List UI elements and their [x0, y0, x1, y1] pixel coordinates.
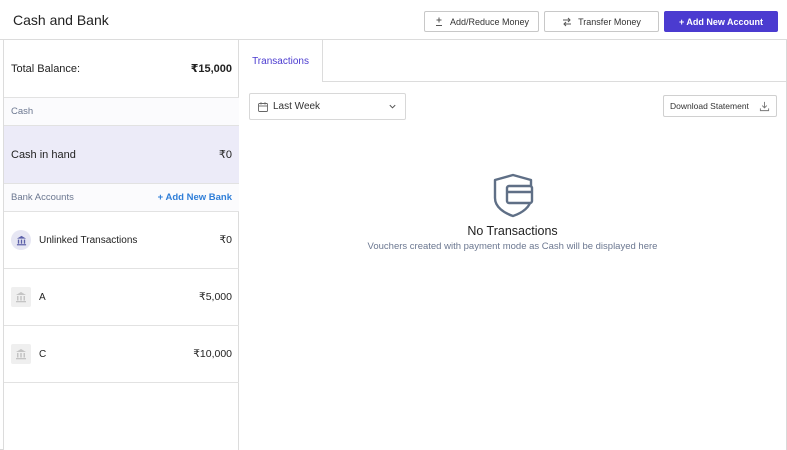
add-reduce-money-label: Add/Reduce Money: [449, 16, 530, 27]
empty-state-title: No Transactions: [467, 224, 558, 238]
bank-item-amount: ₹5,000: [199, 291, 232, 303]
add-new-account-button[interactable]: + Add New Account: [664, 11, 778, 32]
tab-bar: Transactions: [239, 40, 786, 82]
add-reduce-money-button[interactable]: Add/Reduce Money: [424, 11, 539, 32]
transfer-money-label: Transfer Money: [578, 16, 641, 27]
bank-item-amount: ₹0: [219, 234, 232, 246]
bank-item-a[interactable]: A ₹5,000: [4, 269, 239, 326]
download-statement-button[interactable]: Download Statement: [663, 95, 777, 117]
accounts-panel: Total Balance: ₹15,000 Cash Cash in hand…: [3, 40, 239, 450]
transactions-panel: Transactions Last Week Download Statemen…: [239, 40, 786, 450]
bank-icon: [11, 287, 31, 307]
cash-and-bank-app: Cash and Bank Add/Reduce Money Transfer …: [0, 0, 787, 450]
bank-item-info: Unlinked Transactions: [11, 230, 137, 250]
empty-state-subtitle: Vouchers created with payment mode as Ca…: [367, 241, 658, 252]
date-range-dropdown[interactable]: Last Week: [249, 93, 406, 120]
add-new-bank-link[interactable]: + Add New Bank: [158, 192, 232, 203]
total-balance-label: Total Balance:: [11, 62, 81, 75]
cash-section-header: Cash: [4, 98, 239, 126]
empty-state: No Transactions Vouchers created with pa…: [239, 172, 786, 252]
total-balance-amount: ₹15,000: [190, 63, 232, 75]
bank-item-amount: ₹10,000: [193, 348, 232, 360]
bank-accounts-label: Bank Accounts: [11, 192, 74, 203]
bank-item-name: A: [39, 291, 46, 303]
chevron-down-icon: [388, 102, 397, 111]
bank-icon: [11, 344, 31, 364]
bank-item-info: C: [11, 344, 46, 364]
header: Cash and Bank Add/Reduce Money Transfer …: [0, 0, 787, 40]
plus-minus-icon: [435, 17, 442, 26]
bank-item-unlinked[interactable]: Unlinked Transactions ₹0: [4, 212, 239, 269]
cash-section-label: Cash: [11, 106, 34, 117]
page-title: Cash and Bank: [13, 12, 109, 28]
bank-item-c[interactable]: C ₹10,000: [4, 326, 239, 383]
bank-accounts-header: Bank Accounts + Add New Bank: [4, 184, 239, 212]
transfer-arrows-icon: [563, 17, 572, 26]
bank-item-name: Unlinked Transactions: [39, 234, 138, 246]
download-statement-label: Download Statement: [670, 101, 749, 111]
date-range-value: Last Week: [273, 101, 321, 112]
bank-item-info: A: [11, 287, 46, 307]
download-icon: [759, 101, 770, 111]
transfer-money-button[interactable]: Transfer Money: [544, 11, 659, 32]
bank-item-name: C: [39, 348, 47, 360]
calendar-icon: [258, 101, 268, 112]
bank-icon: [11, 230, 31, 250]
empty-wallet-shield-icon: [493, 173, 533, 218]
tab-transactions[interactable]: Transactions: [239, 40, 323, 82]
total-balance-row: Total Balance: ₹15,000: [4, 40, 239, 98]
cash-in-hand-amount: ₹0: [218, 149, 232, 161]
cash-in-hand-label: Cash in hand: [11, 148, 76, 161]
cash-in-hand-item[interactable]: Cash in hand ₹0: [4, 126, 239, 184]
add-new-account-label: + Add New Account: [678, 16, 764, 27]
